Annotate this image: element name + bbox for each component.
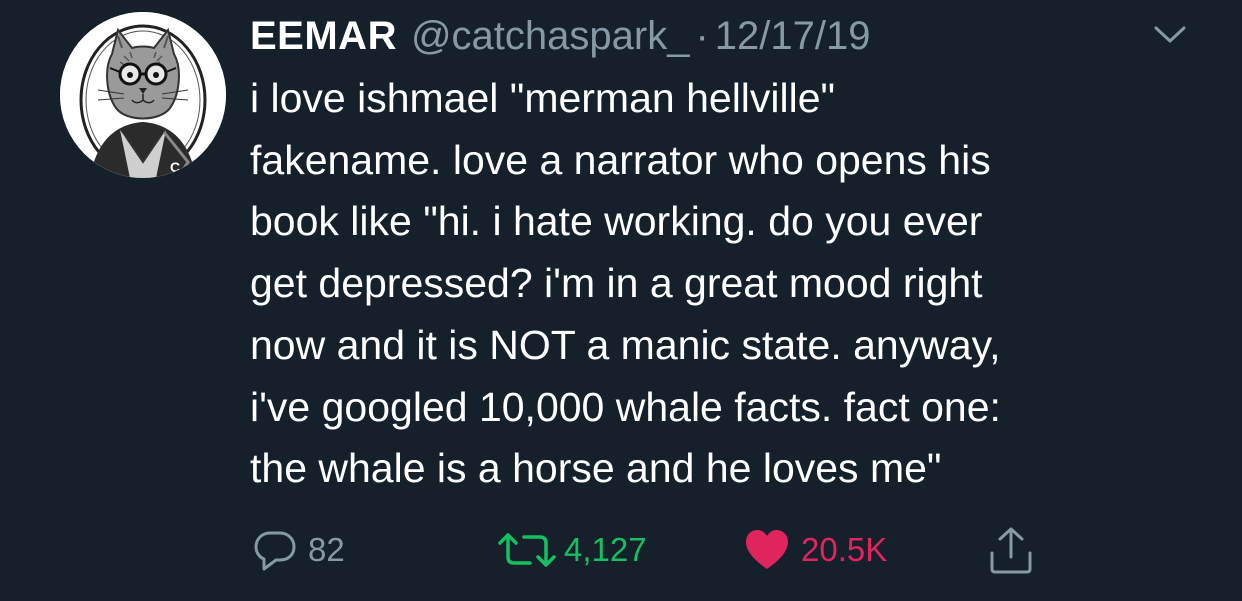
retweet-button[interactable]: 4,127 (496, 520, 647, 580)
timestamp[interactable]: 12/17/19 (715, 14, 871, 59)
tweet-text: i love ishmael "merman hellville" fakena… (250, 75, 1001, 492)
user-handle[interactable]: @catchaspark_ (411, 14, 690, 59)
cat-with-glasses-avatar-icon: C (60, 12, 226, 178)
reply-bubble-icon (254, 531, 296, 571)
chevron-down-icon[interactable] (1150, 22, 1190, 48)
retweet-count: 4,127 (564, 531, 647, 568)
like-count: 20.5K (801, 531, 888, 568)
separator-dot: · (695, 13, 709, 58)
like-button[interactable]: 20.5K (743, 520, 887, 580)
share-button[interactable] (988, 520, 1034, 580)
avatar[interactable]: C (60, 12, 226, 178)
tweet-actions: 82 4,127 20.5K (0, 520, 1242, 580)
share-icon (990, 527, 1032, 574)
svg-text:C: C (170, 159, 180, 175)
reply-button[interactable]: 82 (252, 520, 345, 580)
display-name[interactable]: EEMAR (250, 14, 397, 59)
heart-icon (746, 530, 788, 569)
retweet-icon (498, 533, 556, 567)
tweet[interactable]: C EEMAR @catchaspark_ · 12/17/19 i love … (0, 0, 1242, 601)
tweet-header: EEMAR @catchaspark_ · 12/17/19 (250, 8, 871, 64)
reply-count: 82 (308, 531, 345, 568)
